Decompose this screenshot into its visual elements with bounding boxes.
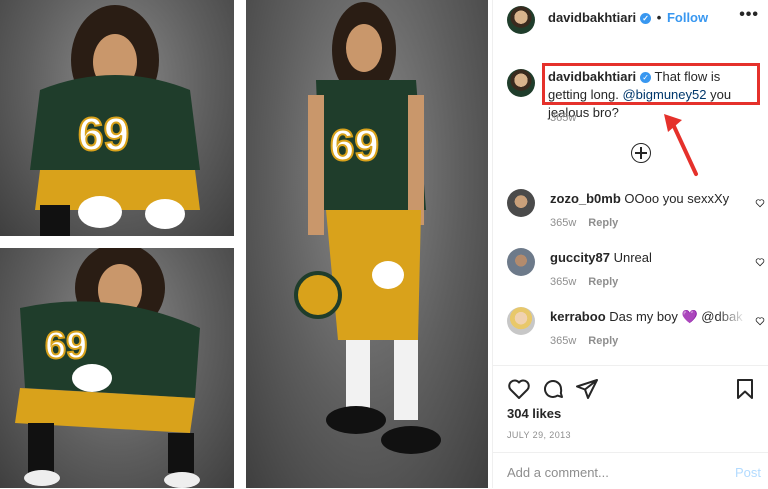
svg-text:69: 69 — [45, 325, 87, 367]
comment-icon[interactable] — [541, 377, 565, 401]
comment-heart-icon[interactable] — [755, 316, 765, 326]
comment-meta: 365w Reply — [550, 217, 618, 229]
comment-heart-icon[interactable] — [755, 257, 765, 267]
separator-dot: • — [656, 10, 662, 25]
comment-input[interactable] — [505, 464, 709, 481]
likes-count[interactable]: 304 likes — [507, 406, 561, 421]
post-header: davidbakhtiari ✓ • Follow — [548, 10, 708, 25]
comment-item: guccity87 Unreal — [550, 250, 652, 265]
reply-button[interactable]: Reply — [588, 217, 618, 229]
verified-badge-icon: ✓ — [640, 13, 652, 24]
comment-username[interactable]: kerraboo — [550, 309, 606, 324]
post-button[interactable]: Post — [735, 465, 761, 480]
photo-player-crouch-bottom: 69 — [0, 248, 234, 488]
share-icon[interactable] — [575, 377, 599, 401]
follow-button[interactable]: Follow — [667, 10, 708, 25]
comment-text: Unreal — [609, 250, 652, 265]
annotation-arrow-icon — [664, 114, 698, 176]
svg-text:69: 69 — [330, 121, 379, 170]
photo-player-standing: 69 — [246, 0, 488, 488]
comment-meta: 365w Reply — [550, 276, 618, 288]
svg-text:69: 69 — [78, 108, 129, 160]
caption-highlight-box — [542, 63, 760, 105]
comment-item: kerraboo Das my boy 💜 @dbak — [550, 309, 746, 325]
bookmark-icon[interactable] — [733, 377, 757, 401]
comment-timestamp: 365w — [550, 335, 577, 347]
comment-timestamp: 365w — [550, 276, 577, 288]
reply-button[interactable]: Reply — [588, 276, 618, 288]
load-more-icon[interactable] — [631, 143, 651, 163]
comment-meta: 365w Reply — [550, 335, 618, 347]
comment-text: Das my boy 💜 @dbak — [605, 309, 743, 324]
comment-timestamp: 365w — [550, 217, 577, 229]
heart-icon[interactable] — [507, 377, 531, 401]
avatar[interactable] — [507, 6, 535, 34]
post-date: JULY 29, 2013 — [507, 430, 571, 440]
comment-avatar[interactable] — [507, 248, 535, 276]
comment-heart-icon[interactable] — [755, 198, 765, 208]
comment-username[interactable]: zozo_b0mb — [550, 191, 621, 206]
photo-player-crouch-top: 69 — [0, 0, 234, 236]
username-link[interactable]: davidbakhtiari — [548, 10, 636, 25]
reply-button[interactable]: Reply — [588, 335, 618, 347]
caption-avatar[interactable] — [507, 69, 535, 97]
comment-text: OOoo you sexxXy — [620, 191, 730, 206]
caption-timestamp: 365w — [550, 112, 577, 124]
comment-item: zozo_b0mb OOoo you sexxXy — [550, 191, 729, 206]
post-photo-collage[interactable]: 69 69 69 — [0, 0, 492, 488]
comment-avatar[interactable] — [507, 189, 535, 217]
comment-avatar[interactable] — [507, 307, 535, 335]
more-icon[interactable]: ••• — [739, 6, 759, 24]
divider — [493, 365, 768, 366]
comment-username[interactable]: guccity87 — [550, 250, 610, 265]
add-comment-bar: Post — [493, 452, 768, 489]
